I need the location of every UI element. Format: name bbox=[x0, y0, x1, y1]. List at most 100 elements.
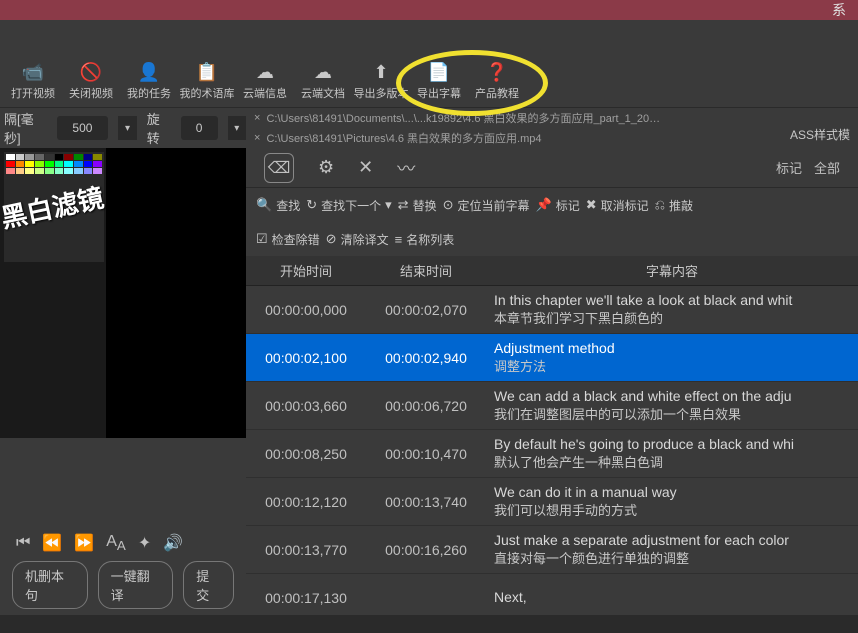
toolbar-label: 产品教程 bbox=[475, 85, 519, 101]
toolbar-label: 云端信息 bbox=[243, 85, 287, 101]
delete-line-button[interactable]: 机删本句 bbox=[12, 561, 88, 609]
toolbar-2[interactable]: 👤我的任务 bbox=[120, 58, 178, 106]
toolbar-0[interactable]: 📹 打开视频 bbox=[4, 58, 62, 106]
col-content: 字幕内容 bbox=[486, 261, 858, 280]
find-next-button[interactable]: ↻查找下一个▾ bbox=[306, 197, 391, 214]
col-start: 开始时间 bbox=[246, 261, 366, 280]
tools-icon[interactable]: ✕ bbox=[358, 157, 373, 178]
bottom-buttons: 机删本句 一键翻译 提交 bbox=[0, 567, 246, 603]
subtitle-row[interactable]: 00:00:02,10000:00:02,940Adjustment metho… bbox=[246, 334, 858, 382]
subtitle-content: Adjustment method调整方法 bbox=[486, 335, 858, 381]
end-time: 00:00:16,260 bbox=[366, 542, 486, 558]
toolbar-4[interactable]: ☁云端信息 bbox=[236, 58, 294, 106]
subtitle-row[interactable]: 00:00:00,00000:00:02,070In this chapter … bbox=[246, 286, 858, 334]
rotate-input[interactable]: 0 bbox=[181, 116, 218, 140]
translate-button[interactable]: 一键翻译 bbox=[98, 561, 174, 609]
ass-style-button[interactable]: ASS样式模 bbox=[782, 122, 858, 150]
undo-button[interactable]: ⎌推敲 bbox=[655, 197, 693, 214]
toolbar-icon: 📹 bbox=[22, 63, 44, 83]
toolbar-label: 导出字幕 bbox=[417, 85, 461, 101]
checkbox-icon: ☑ bbox=[256, 231, 268, 247]
timeline-strip bbox=[0, 615, 858, 633]
unmark-button[interactable]: ✖取消标记 bbox=[586, 197, 649, 214]
submit-button[interactable]: 提交 bbox=[183, 561, 234, 609]
replace-button[interactable]: ⇄替换 bbox=[398, 197, 437, 214]
end-time: 00:00:02,070 bbox=[366, 302, 486, 318]
subtitle-rows: 00:00:00,00000:00:02,070In this chapter … bbox=[246, 286, 858, 622]
subtitle-content: In this chapter we'll take a look at bla… bbox=[486, 287, 858, 333]
start-time: 00:00:13,770 bbox=[246, 542, 366, 558]
subtitle-content: Next, bbox=[486, 584, 858, 612]
mark-button[interactable]: 📌标记 bbox=[536, 197, 580, 214]
check-checkbox[interactable]: ☑检查除错 bbox=[256, 231, 320, 248]
system-label: 系 bbox=[832, 0, 846, 20]
main-toolbar: 📹 打开视频 🚫 关闭视频 👤我的任务📋我的术语库☁云端信息 ☁ 云端文档 ⬆ 导出多版本 📄 导出… bbox=[0, 56, 858, 108]
toolbar-6[interactable]: ⬆ 导出多版本 bbox=[352, 58, 410, 106]
preview-panel: 黑白滤镜 bbox=[0, 148, 246, 438]
start-time: 00:00:12,120 bbox=[246, 494, 366, 510]
toolbar-label: 打开视频 bbox=[11, 85, 55, 101]
sliders-icon[interactable]: ⚙ bbox=[318, 157, 334, 178]
locate-button[interactable]: ⊙定位当前字幕 bbox=[443, 197, 530, 214]
gap-stepper[interactable]: ▾ bbox=[118, 116, 136, 140]
action-row-1: 🔍查找 ↻查找下一个▾ ⇄替换 ⊙定位当前字幕 📌标记 ✖取消标记 ⎌推敲 bbox=[246, 188, 858, 222]
end-time: 00:00:02,940 bbox=[366, 350, 486, 366]
subtitle-content: We can do it in a manual way我们可以想用手动的方式 bbox=[486, 479, 858, 525]
toolbar-icon: ❓ bbox=[486, 63, 508, 83]
end-time: 00:00:06,720 bbox=[366, 398, 486, 414]
subtitle-row[interactable]: 00:00:12,12000:00:13,740We can do it in … bbox=[246, 478, 858, 526]
toolbar-label: 云端文档 bbox=[301, 85, 345, 101]
start-time: 00:00:03,660 bbox=[246, 398, 366, 414]
wave-icon[interactable]: 〰 bbox=[397, 155, 415, 181]
rotate-dropdown[interactable]: ▾ bbox=[228, 116, 246, 140]
toolbar-8[interactable]: ❓ 产品教程 bbox=[468, 58, 526, 106]
video-preview bbox=[106, 148, 246, 438]
eraser-icon[interactable]: ⌫ bbox=[264, 153, 294, 183]
subtitle-table-header: 开始时间 结束时间 字幕内容 bbox=[246, 256, 858, 286]
playback-controls: ⏮ ⏪ ⏩ AA ✦ 🔊 bbox=[0, 523, 246, 563]
toolbar-label: 关闭视频 bbox=[69, 85, 113, 101]
start-time: 00:00:08,250 bbox=[246, 446, 366, 462]
star-icon[interactable]: ✦ bbox=[138, 533, 151, 553]
toolbar-7[interactable]: 📄 导出字幕 bbox=[410, 58, 468, 106]
action-row-2: ☑检查除错 ⊘清除译文 ≡名称列表 bbox=[246, 222, 858, 256]
gap-input[interactable]: 500 bbox=[57, 116, 109, 140]
toolbar-3[interactable]: 📋我的术语库 bbox=[178, 58, 236, 106]
subtitle-row[interactable]: 00:00:08,25000:00:10,470By default he's … bbox=[246, 430, 858, 478]
file-path-2: C:\Users\81491\Pictures\4.6 黑白效果的多方面应用.m… bbox=[266, 130, 541, 146]
font-icon[interactable]: AA bbox=[106, 533, 126, 553]
toolbar-icon: ⬆ bbox=[373, 63, 388, 83]
find-button[interactable]: 🔍查找 bbox=[256, 197, 300, 214]
search-icon: 🔍 bbox=[256, 197, 272, 213]
start-time: 00:00:17,130 bbox=[246, 590, 366, 606]
subtitle-content: By default he's going to produce a black… bbox=[486, 431, 858, 477]
volume-icon[interactable]: 🔊 bbox=[163, 533, 183, 553]
col-end: 结束时间 bbox=[366, 261, 486, 280]
skip-start-icon[interactable]: ⏮ bbox=[16, 534, 30, 552]
toolbar-label: 导出多版本 bbox=[354, 85, 409, 101]
toolbar-label: 我的术语库 bbox=[180, 85, 235, 101]
tool-tabs: ⌫ ⚙ ✕ 〰 标记 全部 bbox=[246, 148, 858, 188]
close-file-1[interactable]: × bbox=[254, 112, 260, 124]
clear-trans-button[interactable]: ⊘清除译文 bbox=[326, 231, 389, 248]
end-time: 00:00:13,740 bbox=[366, 494, 486, 510]
next-icon[interactable]: ⏩ bbox=[74, 533, 94, 553]
rotate-label: 旋转 bbox=[147, 109, 171, 147]
toolbar-icon: 📄 bbox=[428, 63, 450, 83]
toolbar-icon: 🚫 bbox=[80, 63, 102, 83]
end-time: 00:00:10,470 bbox=[366, 446, 486, 462]
subtitle-content: We can add a black and white effect on t… bbox=[486, 383, 858, 429]
gap-label: 隔[毫秒] bbox=[4, 109, 47, 147]
tab-mark[interactable]: 标记 bbox=[776, 158, 802, 177]
prev-icon[interactable]: ⏪ bbox=[42, 533, 62, 553]
toolbar-5[interactable]: ☁ 云端文档 bbox=[294, 58, 352, 106]
file-path-1: C:\Users\81491\Documents\...\...k19892\4… bbox=[266, 110, 660, 126]
name-list-button[interactable]: ≡名称列表 bbox=[395, 231, 455, 248]
subtitle-row[interactable]: 00:00:03,66000:00:06,720We can add a bla… bbox=[246, 382, 858, 430]
toolbar-1[interactable]: 🚫 关闭视频 bbox=[62, 58, 120, 106]
toolbar-icon: ☁ bbox=[314, 63, 332, 83]
tab-all[interactable]: 全部 bbox=[814, 158, 840, 177]
subtitle-row[interactable]: 00:00:13,77000:00:16,260Just make a sepa… bbox=[246, 526, 858, 574]
start-time: 00:00:02,100 bbox=[246, 350, 366, 366]
close-file-2[interactable]: × bbox=[254, 132, 260, 144]
